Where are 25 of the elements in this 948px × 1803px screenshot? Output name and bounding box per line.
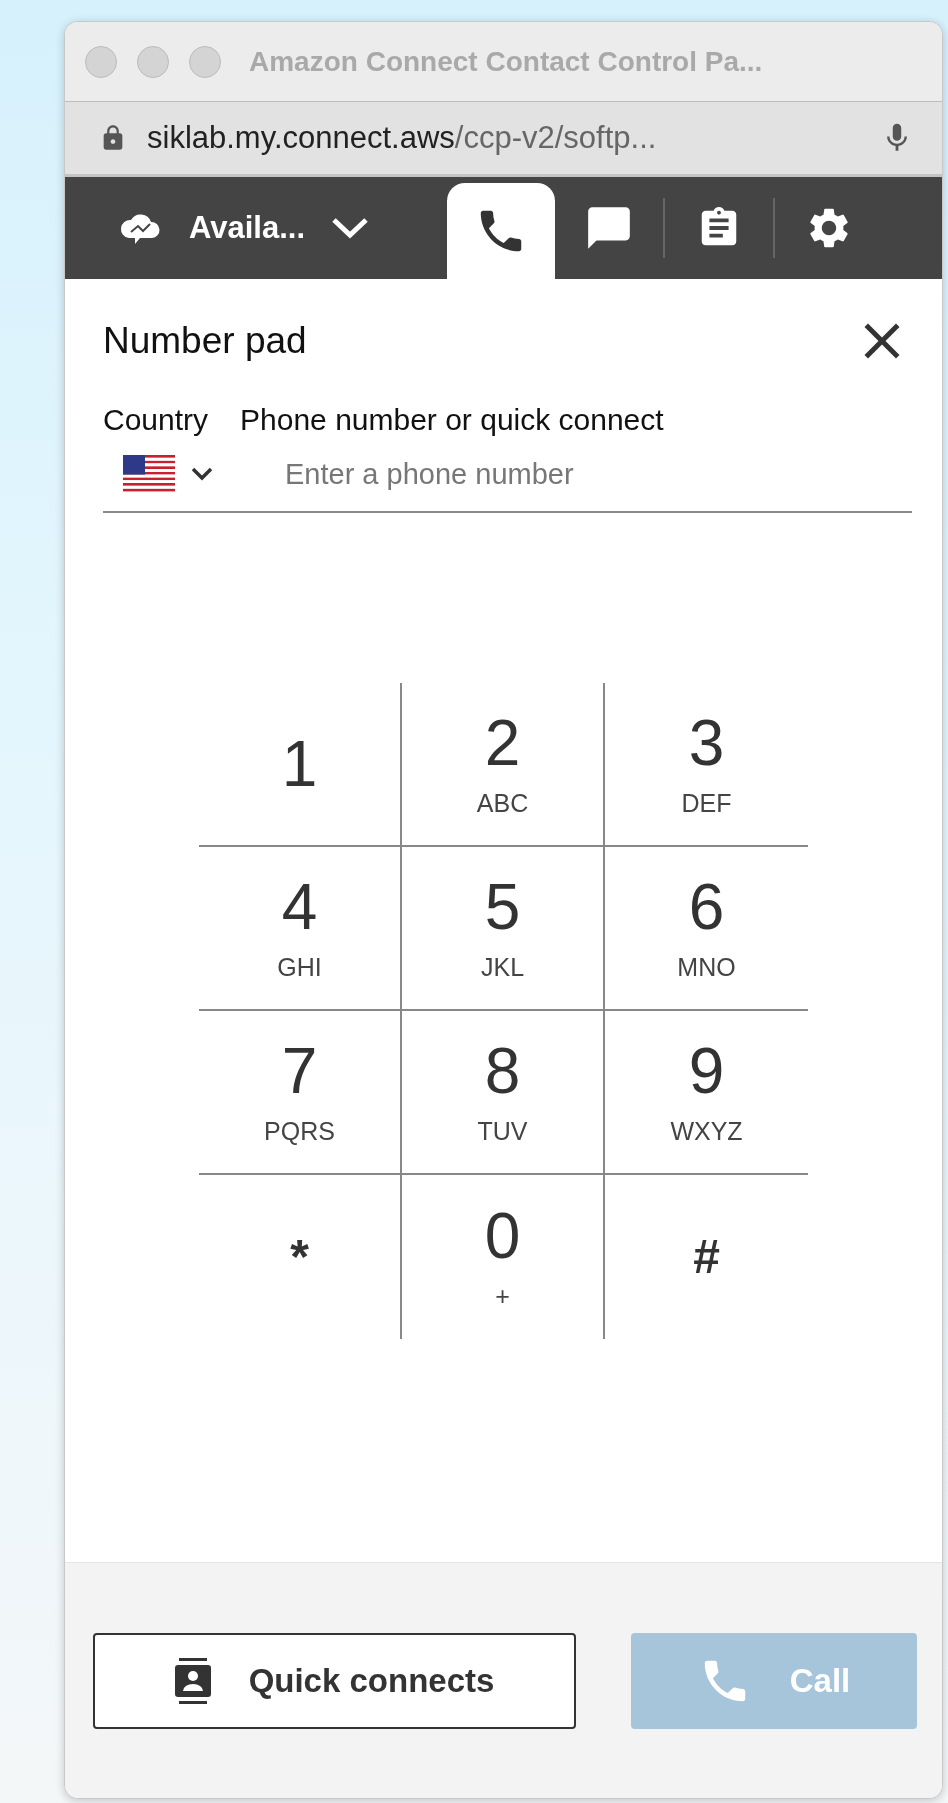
keypad-key[interactable]: 7 PQRS <box>199 1011 402 1175</box>
keypad-key[interactable]: 8 TUV <box>402 1011 605 1175</box>
keypad-key[interactable]: 2 ABC <box>402 683 605 847</box>
keypad-key[interactable]: 6 MNO <box>605 847 808 1011</box>
nav-tab[interactable] <box>447 183 556 279</box>
country-label: Country <box>103 403 209 437</box>
chevron-icon <box>331 217 370 239</box>
flag-icon <box>123 455 175 493</box>
keypad-key[interactable]: # <box>605 1175 808 1339</box>
keypad-key[interactable]: 4 GHI <box>199 847 402 1011</box>
contact-card-icon <box>174 1657 211 1704</box>
keypad-key[interactable]: 1 <box>199 683 402 847</box>
keypad-key[interactable]: 5 JKL <box>402 847 605 1011</box>
keypad-key[interactable]: 9 WXYZ <box>605 1011 808 1175</box>
phone-input[interactable]: Enter a phone number <box>285 457 912 491</box>
panel-title: Number pad <box>103 320 307 362</box>
keypad-key[interactable]: 3 DEF <box>605 683 808 847</box>
status-dropdown[interactable]: Availa... <box>119 177 370 279</box>
chevron-icon <box>191 467 213 481</box>
phone-label: Phone number or quick connect <box>240 403 664 437</box>
quick-connects-button[interactable]: Quick connects <box>93 1632 576 1729</box>
url-text[interactable]: siklab.my.connect.aws/ccp-v2/softp... <box>147 120 880 156</box>
keypad-key[interactable]: * <box>199 1175 402 1339</box>
keypad-key[interactable]: 0 + <box>402 1175 605 1339</box>
window-title: Amazon Connect Contact Control Pa... <box>249 45 763 78</box>
